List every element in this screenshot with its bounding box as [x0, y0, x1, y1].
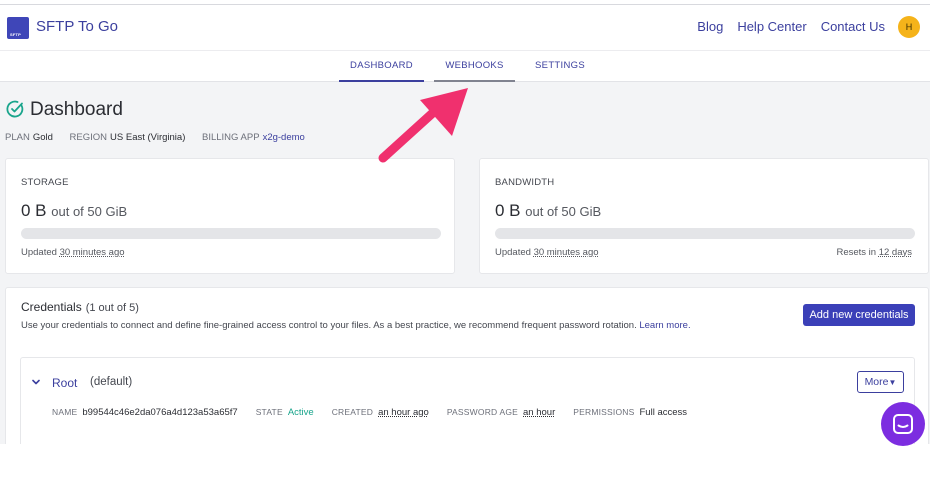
plan-value: Gold: [32, 132, 53, 143]
created-value: an hour ago: [378, 407, 429, 418]
brand-logo[interactable]: SFTP: [7, 17, 29, 39]
tab-webhooks[interactable]: WEBHOOKS: [434, 51, 515, 82]
credentials-count: (1 out of 5): [85, 302, 139, 314]
credentials-description-text: Use your credentials to connect and defi…: [21, 320, 637, 331]
root-credential-card: Root (default) More▼ NAME b99544c46e2da07…: [20, 357, 915, 447]
password-age-key: PASSWORD AGE: [446, 407, 519, 417]
account-meta: PLAN Gold REGION US East (Virginia) BILLIN…: [5, 132, 319, 143]
gauge-check-icon: [6, 100, 24, 118]
more-dropdown-button[interactable]: More▼: [857, 371, 904, 393]
credentials-description: Use your credentials to connect and defi…: [21, 320, 691, 331]
chat-launcher[interactable]: [881, 402, 925, 446]
tab-settings[interactable]: SETTINGS: [527, 51, 593, 82]
top-links: Blog Help Center Contact Us: [697, 19, 885, 34]
chevron-down-icon[interactable]: [31, 377, 41, 387]
storage-used: 0 B: [21, 201, 47, 220]
storage-amount: 0 B out of 50 GiB: [21, 201, 127, 221]
permissions-value: Full access: [639, 407, 688, 418]
credentials-card: Credentials (1 out of 5) Use your credent…: [5, 287, 929, 457]
contact-us-link[interactable]: Contact Us: [821, 19, 885, 34]
learn-more-link[interactable]: Learn more.: [639, 320, 690, 331]
credentials-heading: Credentials: [21, 300, 82, 314]
billing-key: BILLING APP: [202, 132, 260, 143]
page-bottom: [0, 444, 930, 486]
storage-updated: Updated 30 minutes ago: [21, 247, 125, 258]
bandwidth-updated-time: 30 minutes ago: [533, 247, 599, 258]
root-default-tag: (default): [90, 376, 133, 388]
bandwidth-card: BANDWIDTH 0 B out of 50 GiB Updated 30 m…: [479, 158, 929, 274]
storage-quota: out of 50 GiB: [51, 204, 128, 219]
bandwidth-reset-prefix: Resets in: [836, 247, 877, 258]
chat-bubble-icon: [893, 414, 913, 434]
state-value: Active: [287, 407, 314, 418]
add-credentials-button[interactable]: Add new credentials: [803, 304, 915, 326]
billing-app-link[interactable]: x2g-demo: [263, 132, 305, 143]
plan-key: PLAN: [5, 132, 30, 143]
region-value: US East (Virginia): [110, 132, 186, 143]
bandwidth-reset: Resets in 12 days: [836, 247, 912, 258]
permissions-key: PERMISSIONS: [573, 407, 635, 417]
help-center-link[interactable]: Help Center: [737, 19, 806, 34]
bandwidth-reset-time: 12 days: [878, 247, 912, 258]
bandwidth-quota: out of 50 GiB: [525, 204, 602, 219]
root-credential-name[interactable]: Root: [52, 376, 77, 390]
password-age-value: an hour: [523, 407, 556, 418]
root-credential-details: NAME b99544c46e2da076a4d123a53a65f7 STATE…: [52, 407, 700, 418]
caret-down-icon: ▼: [888, 378, 897, 387]
name-key: NAME: [52, 407, 78, 417]
user-avatar[interactable]: H: [898, 16, 920, 38]
bandwidth-updated-prefix: Updated: [495, 247, 531, 258]
state-key: STATE: [255, 407, 283, 417]
bandwidth-amount: 0 B out of 50 GiB: [495, 201, 601, 221]
tab-bar: DASHBOARD WEBHOOKS SETTINGS: [0, 50, 930, 82]
storage-card: STORAGE 0 B out of 50 GiB Updated 30 min…: [5, 158, 455, 274]
top-header: SFTP SFTP To Go Blog Help Center Contact…: [0, 5, 930, 50]
blog-link[interactable]: Blog: [697, 19, 723, 34]
more-label: More: [864, 376, 889, 388]
brand-name[interactable]: SFTP To Go: [36, 18, 118, 35]
name-value: b99544c46e2da076a4d123a53a65f7: [82, 407, 238, 418]
credentials-title: Credentials (1 out of 5): [21, 300, 139, 314]
bandwidth-progress-bar: [495, 228, 915, 239]
bandwidth-used: 0 B: [495, 201, 521, 220]
storage-progress-bar: [21, 228, 441, 239]
tab-dashboard[interactable]: DASHBOARD: [339, 51, 424, 82]
created-key: CREATED: [331, 407, 374, 417]
bandwidth-updated: Updated 30 minutes ago: [495, 247, 599, 258]
region-key: REGION: [69, 132, 108, 143]
storage-updated-prefix: Updated: [21, 247, 57, 258]
storage-label: STORAGE: [21, 177, 69, 188]
bandwidth-label: BANDWIDTH: [495, 177, 555, 188]
logo-text: SFTP: [10, 32, 22, 37]
page-title: Dashboard: [30, 99, 123, 120]
storage-updated-time: 30 minutes ago: [59, 247, 125, 258]
